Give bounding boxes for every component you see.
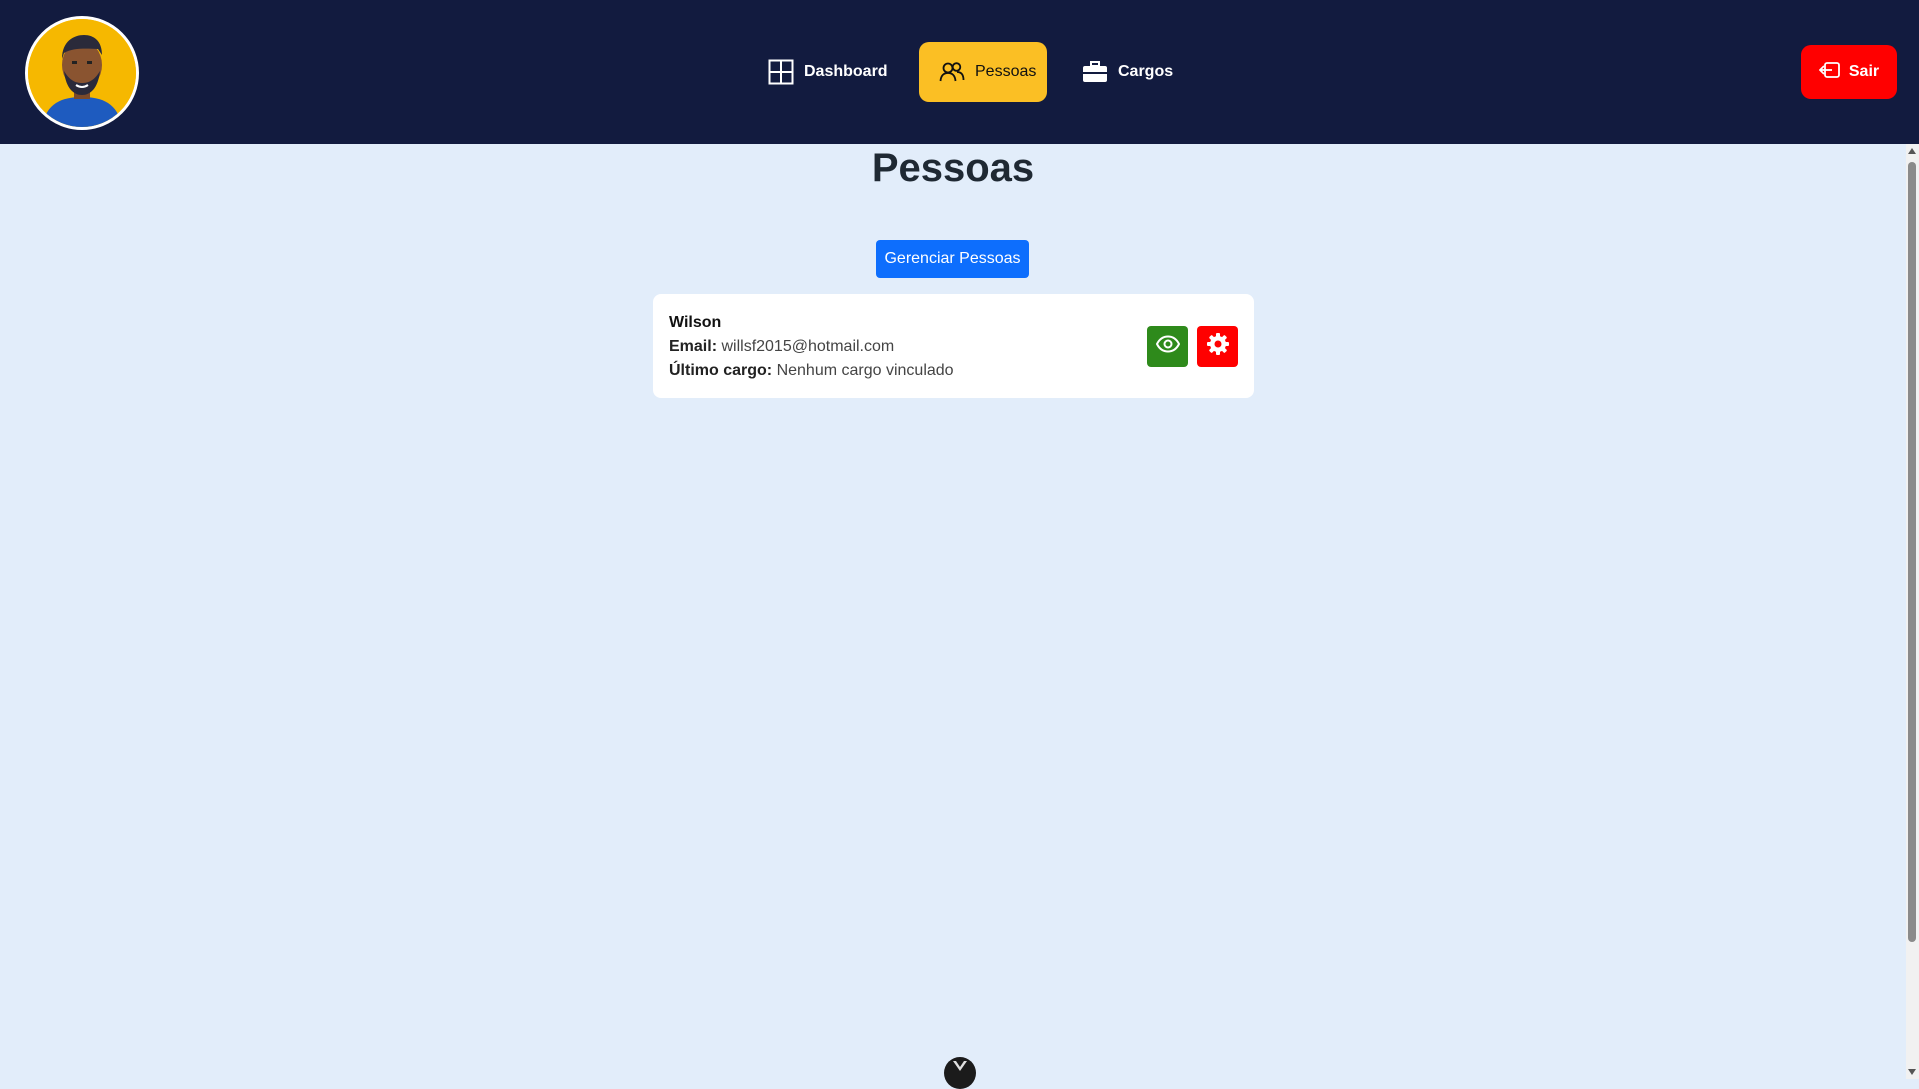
grid-icon [768,59,794,85]
devtools-toggle-button[interactable] [944,1057,976,1089]
nav-dashboard-label: Dashboard [804,63,888,80]
person-cargo: Nenhum cargo vinculado [776,362,954,379]
person-email-row: Email: willsf2015@hotmail.com [669,338,894,356]
nav-cargos-label: Cargos [1118,63,1174,80]
main-nav: Dashboard Pessoas Cargos [0,42,1919,102]
nav-pessoas[interactable]: Pessoas [919,42,1047,102]
eye-icon [1155,335,1180,358]
gear-icon [1206,332,1230,361]
person-cargo-row: Último cargo: Nenhum cargo vinculado [669,362,954,380]
email-label: Email: [669,338,718,355]
top-navbar: Dashboard Pessoas Cargos Sair [0,0,1919,144]
nav-cargos[interactable]: Cargos [1082,42,1202,102]
logout-label: Sair [1848,63,1880,80]
manage-people-button[interactable]: Gerenciar Pessoas [876,240,1029,278]
nav-dashboard[interactable]: Dashboard [768,42,888,102]
person-card: Wilson Email: willsf2015@hotmail.com Últ… [653,294,1254,398]
scroll-up-arrow-icon[interactable] [1908,148,1916,154]
vertical-scrollbar[interactable] [1906,144,1919,1079]
nav-pessoas-label: Pessoas [975,63,1037,80]
logout-button[interactable]: Sair [1801,45,1897,99]
person-email: willsf2015@hotmail.com [721,338,895,355]
users-icon [939,59,965,85]
scroll-down-arrow-icon[interactable] [1908,1069,1916,1075]
briefcase-icon [1082,59,1108,85]
cargo-label: Último cargo: [669,362,773,379]
edit-person-button[interactable] [1197,326,1238,367]
person-name: Wilson [669,314,722,331]
page-title: Pessoas [871,146,1035,190]
vue-logo-icon [952,1057,968,1076]
scroll-thumb[interactable] [1908,162,1916,942]
view-person-button[interactable] [1147,326,1188,367]
logout-icon [1818,61,1841,84]
